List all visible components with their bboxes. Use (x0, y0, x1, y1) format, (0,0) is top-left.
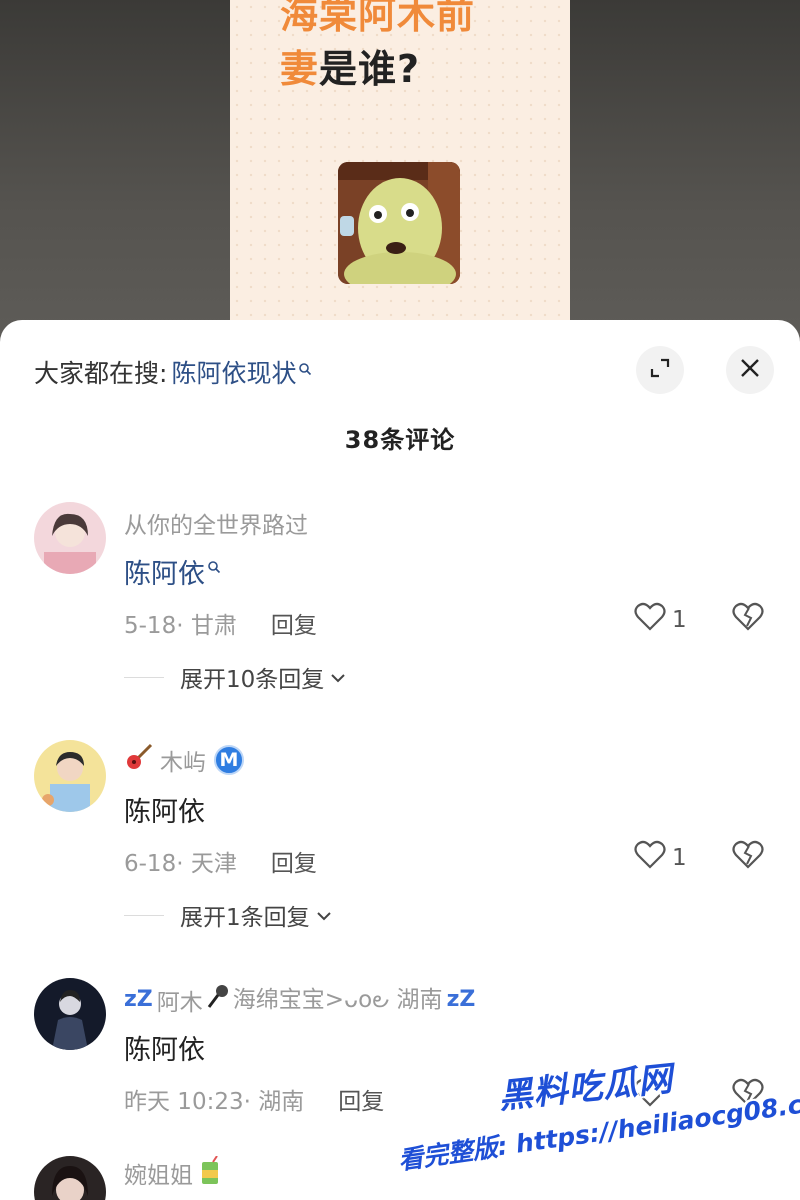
broken-heart-icon (732, 840, 764, 874)
poster-title-line2: 妻是谁? (280, 38, 420, 93)
comment-count-title: 38条评论 (344, 426, 456, 454)
hot-search-bar[interactable]: 大家都在搜: 陈阿依现状 (34, 354, 312, 390)
comment-item: 木屿 M 陈阿依 6-18· 天津 回复 1 展开1条回复 (0, 740, 800, 940)
comment-meta: 6-18· 天津 回复 (124, 844, 317, 878)
broken-heart-icon (732, 602, 764, 636)
comment-date-location: 昨天 10:23· 湖南 (124, 1089, 305, 1115)
username-text: 婉姐姐 (124, 1163, 193, 1189)
hot-search-term[interactable]: 陈阿依现状 (171, 354, 296, 390)
chevron-down-icon (316, 902, 332, 928)
poster-title-line1: 海棠阿木前 (280, 0, 476, 37)
sleep-zz-icon: zZ (124, 987, 153, 1012)
search-icon (207, 550, 221, 581)
heart-icon (634, 840, 666, 876)
poster-title-highlight: 妻 (280, 47, 320, 91)
expand-sheet-button[interactable] (636, 346, 684, 394)
expand-replies-label: 展开1条回复 (180, 905, 310, 931)
like-button[interactable]: 1 (634, 602, 687, 638)
video-poster: 海棠阿木前 妻是谁? (230, 0, 570, 340)
username-text-2: 海绵宝宝>ᴗo౿ 湖南 (232, 987, 443, 1013)
comment-text[interactable]: 陈阿依 (124, 552, 221, 591)
juice-box-icon (199, 1155, 221, 1190)
chevron-down-icon (330, 664, 346, 690)
member-badge: M (214, 745, 244, 775)
expand-icon (649, 357, 671, 383)
comment-username[interactable]: 婉姐姐 (124, 1155, 221, 1190)
microphone-icon (205, 983, 231, 1017)
divider-line (124, 914, 164, 916)
reply-button[interactable]: 回复 (338, 1082, 384, 1116)
poster-title-rest: 是谁? (319, 47, 421, 91)
comment-username[interactable]: zZ 阿木 海绵宝宝>ᴗo౿ 湖南 zZ (124, 980, 475, 1019)
comment-item: 从你的全世界路过 陈阿依 5-18· 甘肃 回复 1 展开10条回复 (0, 502, 800, 702)
avatar[interactable] (34, 502, 106, 574)
reply-button[interactable]: 回复 (271, 606, 317, 640)
dislike-button[interactable] (732, 840, 764, 874)
comment-text-link: 陈阿依 (124, 559, 205, 590)
avatar[interactable] (34, 740, 106, 812)
comment-text: 陈阿依 (124, 1035, 205, 1066)
like-count: 1 (672, 607, 687, 633)
username-text: 阿木 (156, 989, 203, 1016)
hot-search-prefix: 大家都在搜: (34, 359, 168, 388)
comment-text: 陈阿依 (124, 797, 205, 828)
comment-username[interactable]: 从你的全世界路过 (124, 506, 308, 540)
comment-date-location: 6-18· 天津 (124, 851, 237, 877)
avatar[interactable] (34, 978, 106, 1050)
close-button[interactable] (726, 346, 774, 394)
username-text: 从你的全世界路过 (124, 513, 308, 539)
cartoon-face-image (338, 162, 460, 284)
expand-replies[interactable]: 展开10条回复 (124, 660, 346, 694)
search-icon (298, 353, 312, 382)
comment-sheet: 大家都在搜: 陈阿依现状 38条评论 从你的全世界路过 陈阿依 5-18· 甘肃… (0, 320, 800, 1200)
avatar[interactable] (34, 1156, 106, 1200)
divider-line (124, 676, 164, 678)
dislike-button[interactable] (732, 602, 764, 636)
comment-date-location: 5-18· 甘肃 (124, 613, 237, 639)
sleep-zz-icon: zZ (446, 987, 476, 1012)
like-button[interactable]: 1 (634, 840, 687, 876)
close-icon (739, 357, 761, 383)
reply-button[interactable]: 回复 (271, 844, 317, 878)
comment-username[interactable]: 木屿 M (124, 742, 244, 778)
comment-meta: 5-18· 甘肃 回复 (124, 606, 317, 640)
comment-meta: 昨天 10:23· 湖南 回复 (124, 1082, 384, 1116)
guitar-icon (124, 742, 154, 778)
expand-replies[interactable]: 展开1条回复 (124, 898, 332, 932)
heart-icon (634, 602, 666, 638)
comment-item: zZ 阿木 海绵宝宝>ᴗo౿ 湖南 zZ 陈阿依 昨天 10:23· 湖南 回复 (0, 978, 800, 1118)
like-count: 1 (672, 845, 687, 871)
expand-replies-label: 展开10条回复 (180, 667, 325, 693)
username-text: 木屿 (160, 750, 206, 776)
